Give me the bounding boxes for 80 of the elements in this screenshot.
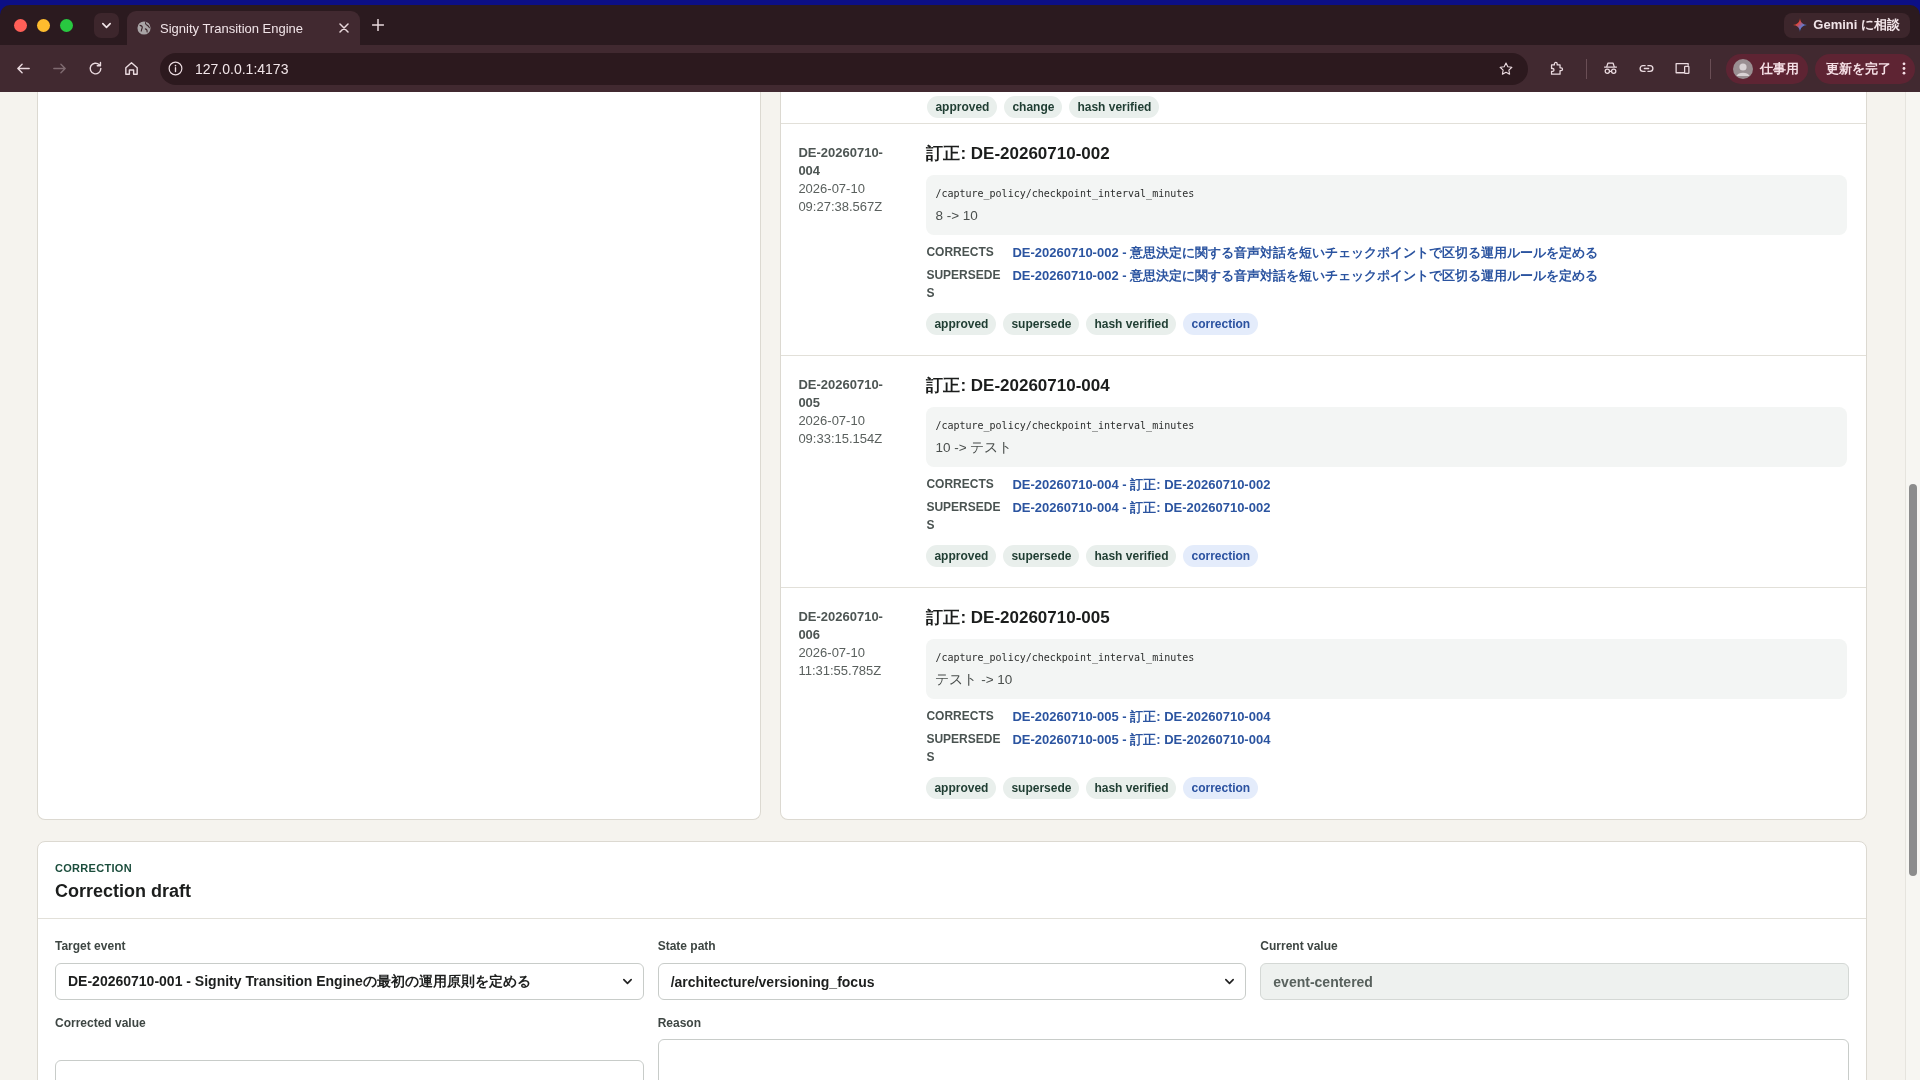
event-id: DE-20260710-004 [798, 144, 884, 180]
state-path: /capture_policy/checkpoint_interval_minutes [935, 651, 1195, 666]
relation-link[interactable]: DE-20260710-002 - 意思決定に関する音声対話を短いチェックポイントで区切る運用ルールを定める [1012, 245, 1599, 260]
gemini-button[interactable]: Gemini に相談 [1784, 12, 1910, 38]
kebab-menu-icon [1902, 62, 1906, 75]
minimize-button[interactable] [37, 18, 50, 32]
event-time: 09:27:38.567Z [798, 198, 883, 216]
relation-label: SUPERSEDES [926, 499, 1002, 534]
tag: supersede [1003, 777, 1080, 799]
update-button[interactable]: 更新を完了 [1815, 53, 1915, 84]
relation-link[interactable]: DE-20260710-004 - 訂正: DE-20260710-002 [1012, 477, 1271, 492]
hat-glasses-icon[interactable] [1602, 60, 1619, 77]
event-title: 訂正: DE-20260710-002 [926, 143, 1110, 165]
event-title: 訂正: DE-20260710-004 [926, 375, 1110, 397]
scrollbar-thumb[interactable] [1909, 484, 1917, 876]
relation-label: CORRECTS [926, 476, 995, 493]
readonly-field: event-centered [1260, 963, 1849, 1000]
plus-icon[interactable] [372, 19, 384, 31]
tag: hash verified [1086, 313, 1177, 335]
tag: change [1004, 96, 1063, 118]
event-id: DE-20260710-005 [798, 376, 884, 412]
state-path: /capture_policy/checkpoint_interval_minutes [935, 187, 1195, 202]
event-id: DE-20260710-006 [798, 608, 884, 644]
event-date: 2026-07-10 [798, 412, 865, 430]
relation-link[interactable]: DE-20260710-005 - 訂正: DE-20260710-004 [1012, 732, 1271, 747]
event-title: 訂正: DE-20260710-005 [926, 607, 1110, 629]
tab-search-button[interactable] [94, 12, 119, 38]
relation-label: SUPERSEDES [926, 731, 1002, 766]
field-label: Reason [657, 1015, 701, 1031]
relation-label: CORRECTS [926, 244, 995, 261]
devices-icon[interactable] [1674, 60, 1691, 77]
relation-link[interactable]: DE-20260710-002 - 意思決定に関する音声対話を短いチェックポイントで区切る運用ルールを定める [1012, 268, 1599, 283]
tag: correction [1183, 777, 1259, 799]
home-icon[interactable] [123, 60, 140, 77]
address-bar[interactable]: 127.0.0.1:4173 [160, 52, 1528, 85]
sparkle-icon [1793, 18, 1808, 32]
field-label: Corrected value [55, 1015, 146, 1031]
value-change: テスト -> 10 [935, 671, 1013, 689]
section-title: Correction draft [55, 880, 191, 903]
tag: approved [926, 777, 997, 799]
tag: approved [927, 96, 998, 118]
event-date: 2026-07-10 [798, 180, 865, 198]
field-label: State path [657, 938, 716, 954]
select-field[interactable]: /architecture/versioning_focus [657, 963, 1247, 1000]
globe-icon [137, 21, 151, 35]
chevron-down-icon [621, 976, 633, 987]
field-label: Target event [55, 938, 126, 954]
close-button[interactable] [14, 18, 27, 32]
tag: hash verified [1086, 777, 1177, 799]
value-change: 10 -> テスト [935, 439, 1013, 457]
relation-label: SUPERSEDES [926, 267, 1002, 302]
select-field[interactable]: DE-20260710-001 - Signity Transition Engineの最初の運用原則を定める [55, 963, 644, 1000]
relation-link[interactable]: DE-20260710-004 - 訂正: DE-20260710-002 [1012, 500, 1271, 515]
star-icon[interactable] [1498, 60, 1514, 77]
tag: correction [1183, 313, 1259, 335]
browser-tab[interactable]: Signity Transition Engine [127, 11, 360, 45]
avatar-icon [1733, 58, 1753, 79]
relation-link[interactable]: DE-20260710-005 - 訂正: DE-20260710-004 [1012, 709, 1271, 724]
event-time: 11:31:55.785Z [798, 662, 882, 680]
puzzle-icon[interactable] [1548, 60, 1565, 77]
tag: hash verified [1069, 96, 1160, 118]
close-icon[interactable] [339, 23, 349, 33]
state-path: /capture_policy/checkpoint_interval_minutes [935, 419, 1195, 434]
tag: hash verified [1086, 545, 1177, 567]
tag: correction [1183, 545, 1259, 567]
info-icon[interactable] [168, 61, 183, 76]
profile-button[interactable]: 仕事用 [1726, 53, 1808, 84]
field-label: Current value [1260, 938, 1338, 954]
value-change: 8 -> 10 [935, 207, 978, 225]
tag: supersede [1003, 313, 1080, 335]
reload-icon[interactable] [87, 60, 104, 77]
event-date: 2026-07-10 [798, 644, 865, 662]
chevron-down-icon [1224, 976, 1236, 987]
section-label: CORRECTION [55, 861, 132, 875]
tag: approved [926, 313, 997, 335]
relation-label: CORRECTS [926, 708, 995, 725]
event-time: 09:33:15.154Z [798, 430, 883, 448]
tag: approved [926, 545, 997, 567]
tag: supersede [1003, 545, 1080, 567]
maximize-button[interactable] [60, 18, 73, 32]
